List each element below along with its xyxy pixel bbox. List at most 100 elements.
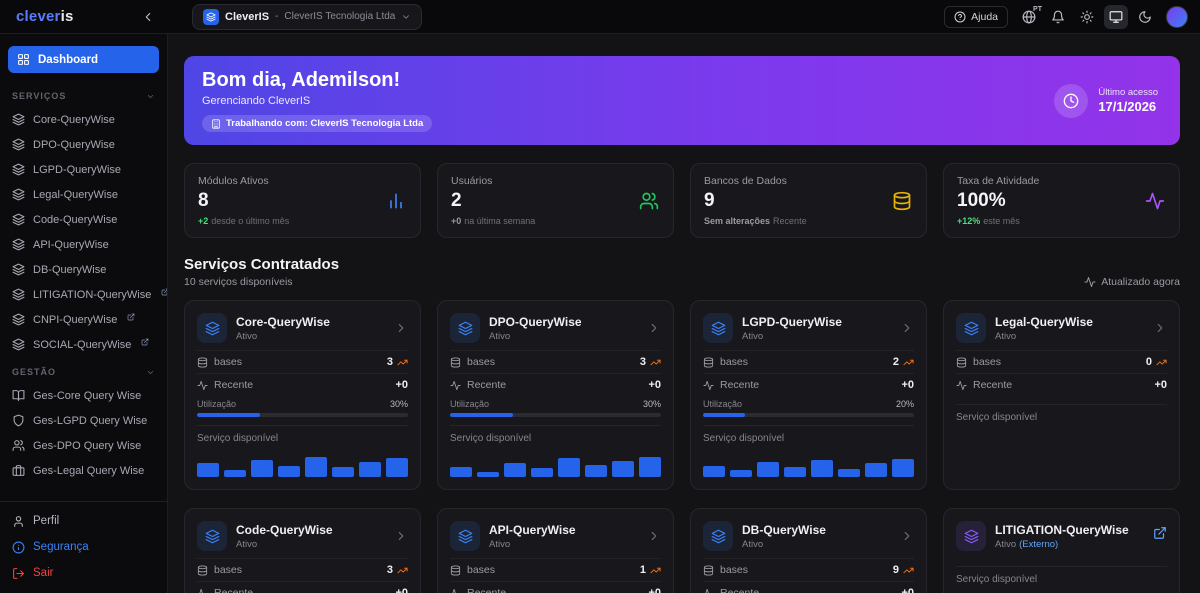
activity-icon [703, 380, 714, 391]
mini-chart-bar [892, 459, 914, 477]
sidebar-item-social-querywise[interactable]: SOCIAL-QueryWise [0, 332, 167, 357]
mini-chart-bar [531, 468, 553, 477]
light-theme-button[interactable] [1075, 5, 1099, 29]
stat-card-taxa-de-atividade: Taxa de Atividade100%+12%este mês [943, 163, 1180, 238]
mini-chart-bar [359, 462, 381, 477]
user-icon [12, 515, 25, 528]
mini-chart-bar [558, 458, 580, 477]
stat-card-bancos-de-dados: Bancos de Dados9Sem alteraçõesRecente [690, 163, 927, 238]
metric-row-recente: Recente+0 [197, 373, 408, 396]
chevron-right-icon[interactable] [900, 529, 914, 543]
sidebar-item-sair[interactable]: Sair [0, 560, 167, 586]
sidebar-item-perfil[interactable]: Perfil [0, 508, 167, 534]
chevron-right-icon[interactable] [394, 529, 408, 543]
service-card-litigation-querywise[interactable]: LITIGATION-QueryWiseAtivo(Externo)Serviç… [943, 508, 1180, 593]
mini-chart-bar [477, 472, 499, 478]
sidebar-footer: PerfilSegurançaSair [0, 501, 167, 593]
chevron-right-icon[interactable] [394, 321, 408, 335]
sidebar-item-db-querywise[interactable]: DB-QueryWise [0, 257, 167, 282]
sidebar-item-legal-querywise[interactable]: Legal-QueryWise [0, 182, 167, 207]
sidebar-item-dpo-querywise[interactable]: DPO-QueryWise [0, 132, 167, 157]
external-link-icon[interactable] [1153, 526, 1167, 540]
mini-chart-bar [224, 470, 246, 478]
service-status: Ativo [742, 331, 891, 342]
sidebar-section-gestao[interactable]: GESTÃO [0, 357, 167, 383]
service-available-text: Serviço disponível [956, 566, 1167, 585]
chevron-right-icon[interactable] [647, 529, 661, 543]
metric-value: 9 [893, 564, 899, 576]
service-name: Code-QueryWise [236, 523, 385, 537]
stat-value: 2 [451, 190, 660, 212]
service-card-lgpd-querywise[interactable]: LGPD-QueryWiseAtivobases2Recente+0Utiliz… [690, 300, 927, 490]
service-card-api-querywise[interactable]: API-QueryWiseAtivobases1Recente+0Utiliza… [437, 508, 674, 593]
stat-value: 100% [957, 190, 1166, 212]
activity-icon [956, 380, 967, 391]
sidebar-item-label: Ges-Legal Query Wise [33, 465, 144, 477]
service-layers-icon [703, 313, 733, 343]
app-shell: Dashboard SERVIÇOS Core-QueryWise DPO-Que… [0, 34, 1200, 593]
dark-theme-button[interactable] [1133, 5, 1157, 29]
clock-icon [1054, 84, 1088, 118]
metric-value: +0 [648, 587, 661, 593]
utilization-block: Utilização30% [450, 399, 661, 417]
metric-row-bases: bases9 [703, 558, 914, 581]
utilization-percent: 30% [643, 399, 661, 409]
utilization-label: Utilização [197, 399, 236, 409]
notifications-button[interactable] [1046, 5, 1070, 29]
mini-chart-bar [639, 457, 661, 477]
activity-icon [197, 380, 208, 391]
metric-value: +0 [901, 587, 914, 593]
service-name: API-QueryWise [489, 523, 638, 537]
chevron-right-icon[interactable] [1153, 321, 1167, 335]
sidebar-item-lgpd-querywise[interactable]: LGPD-QueryWise [0, 157, 167, 182]
service-card-code-querywise[interactable]: Code-QueryWiseAtivobases3Recente+0Utiliz… [184, 508, 421, 593]
chevron-right-icon[interactable] [900, 321, 914, 335]
sidebar-item-cnpi-querywise[interactable]: CNPI-QueryWise [0, 307, 167, 332]
service-card-legal-querywise[interactable]: Legal-QueryWiseAtivobases0Recente+0Servi… [943, 300, 1180, 490]
service-card-db-querywise[interactable]: DB-QueryWiseAtivobases9Recente+0Utilizaç… [690, 508, 927, 593]
service-name: Legal-QueryWise [995, 315, 1144, 329]
sidebar-item-api-querywise[interactable]: API-QueryWise [0, 232, 167, 257]
chevron-right-icon[interactable] [647, 321, 661, 335]
trending-up-icon [397, 357, 408, 368]
metric-label: Recente [214, 587, 253, 593]
sidebar-item-ges-dpo-query-wise[interactable]: Ges-DPO Query Wise [0, 433, 167, 458]
service-card-header: DPO-QueryWiseAtivo [450, 313, 661, 343]
sidebar-item-ges-legal-query-wise[interactable]: Ges-Legal Query Wise [0, 458, 167, 483]
chevron-down-icon [401, 12, 411, 22]
sidebar-item-label: Core-QueryWise [33, 114, 115, 126]
monitor-icon [1109, 10, 1123, 24]
sidebar-item-ges-lgpd-query-wise[interactable]: Ges-LGPD Query Wise [0, 408, 167, 433]
service-card-dpo-querywise[interactable]: DPO-QueryWiseAtivobases3Recente+0Utiliza… [437, 300, 674, 490]
language-code: PT [1033, 6, 1042, 13]
trending-up-icon [650, 357, 661, 368]
sidebar-item-litigation-querywise[interactable]: LITIGATION-QueryWise [0, 282, 167, 307]
sidebar-item-seguran-a[interactable]: Segurança [0, 534, 167, 560]
sidebar-collapse-button[interactable] [136, 5, 160, 29]
system-theme-button[interactable] [1104, 5, 1128, 29]
workspace-selector[interactable]: CleverIS - CleverIS Tecnologia Ltda [192, 4, 422, 30]
greeting-heading: Bom dia, Ademilson! [202, 69, 432, 92]
metric-label: bases [214, 356, 242, 368]
layers-icon [12, 188, 25, 201]
chevron-left-icon [141, 10, 155, 24]
language-button[interactable]: PT [1017, 5, 1041, 29]
sidebar-item-label: Legal-QueryWise [33, 189, 118, 201]
usage-mini-chart [197, 452, 408, 477]
service-card-core-querywise[interactable]: Core-QueryWiseAtivobases3Recente+0Utiliz… [184, 300, 421, 490]
sidebar-item-core-querywise[interactable]: Core-QueryWise [0, 107, 167, 132]
service-name: LITIGATION-QueryWise [995, 523, 1142, 537]
mini-chart-bar [838, 469, 860, 477]
metric-label: bases [720, 356, 748, 368]
utilization-bar [197, 413, 408, 417]
service-layers-icon [197, 313, 227, 343]
sidebar-section-servicos[interactable]: SERVIÇOS [0, 81, 167, 107]
help-button[interactable]: Ajuda [944, 6, 1008, 28]
user-avatar[interactable] [1166, 6, 1188, 28]
sidebar-item-code-querywise[interactable]: Code-QueryWise [0, 207, 167, 232]
sidebar-item-label: CNPI-QueryWise [33, 314, 117, 326]
layers-icon [12, 338, 25, 351]
sidebar-item-dashboard[interactable]: Dashboard [8, 46, 159, 73]
sidebar-item-ges-core-query-wise[interactable]: Ges-Core Query Wise [0, 383, 167, 408]
service-available-text: Serviço disponível [197, 425, 408, 444]
